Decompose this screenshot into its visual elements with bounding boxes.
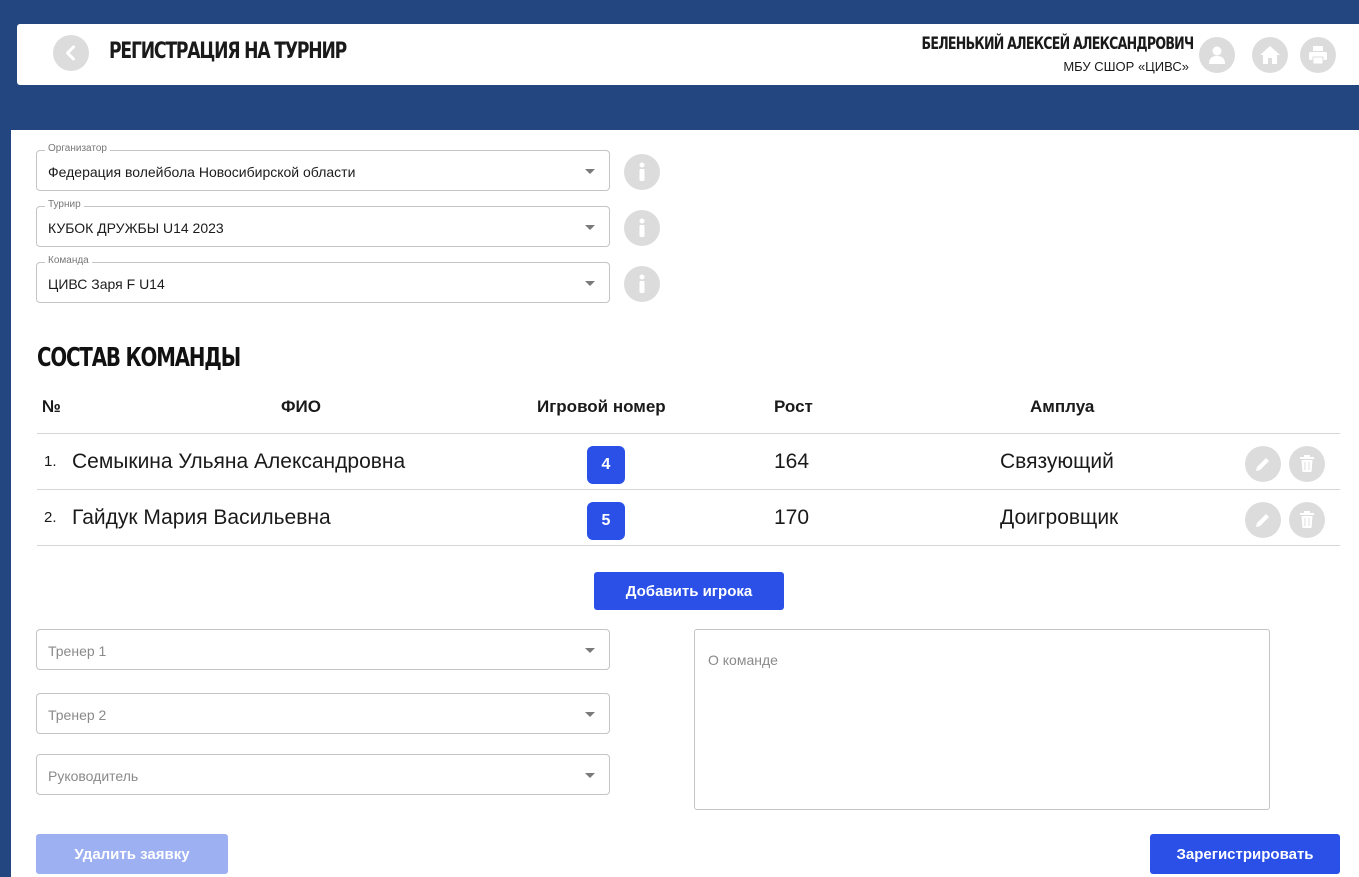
coach2-placeholder: Тренер 2 <box>48 707 107 723</box>
player-role: Связующий <box>1000 450 1114 473</box>
player-name: Гайдук Мария Васильевна <box>72 506 331 529</box>
organizer-info-button[interactable] <box>624 154 660 190</box>
back-button[interactable] <box>53 35 89 71</box>
chevron-down-icon <box>585 281 595 286</box>
organizer-label: Организатор <box>45 143 110 154</box>
trash-icon <box>1300 455 1314 472</box>
tournament-info-button[interactable] <box>624 210 660 246</box>
home-icon <box>1260 46 1280 64</box>
about-team-textarea[interactable]: О команде <box>694 629 1270 810</box>
manager-placeholder: Руководитель <box>48 768 139 784</box>
manager-select[interactable]: Руководитель <box>36 754 610 795</box>
roster-title: СОСТАВ КОМАНДЫ <box>37 343 241 373</box>
table-divider <box>37 545 1340 546</box>
player-role: Доигровщик <box>1000 506 1119 529</box>
tournament-select[interactable]: Турнир КУБОК ДРУЖБЫ U14 2023 <box>36 199 610 247</box>
column-header-number: № <box>42 397 61 416</box>
chevron-down-icon <box>585 712 595 717</box>
info-icon <box>639 218 645 237</box>
about-team-placeholder: О команде <box>708 652 778 668</box>
column-header-jersey: Игровой номер <box>537 397 666 416</box>
left-border <box>0 0 11 877</box>
team-value: ЦИВС Заря F U14 <box>48 276 165 292</box>
tournament-label: Турнир <box>45 199 84 210</box>
app-header: РЕГИСТРАЦИЯ НА ТУРНИР БЕЛЕНЬКИЙ АЛЕКСЕЙ … <box>17 24 1359 85</box>
add-player-button[interactable]: Добавить игрока <box>594 572 784 610</box>
chevron-down-icon <box>585 225 595 230</box>
page-title: РЕГИСТРАЦИЯ НА ТУРНИР <box>109 39 347 64</box>
profile-button[interactable] <box>1199 37 1235 73</box>
delete-player-button[interactable] <box>1289 446 1325 482</box>
pencil-icon <box>1256 514 1269 527</box>
chevron-down-icon <box>585 648 595 653</box>
trash-icon <box>1300 511 1314 528</box>
chevron-down-icon <box>585 169 595 174</box>
row-number: 2. <box>44 509 57 526</box>
row-number: 1. <box>44 453 57 470</box>
team-label: Команда <box>45 255 92 266</box>
pencil-icon <box>1256 458 1269 471</box>
print-button[interactable] <box>1300 37 1336 73</box>
chevron-down-icon <box>585 773 595 778</box>
table-divider <box>37 433 1340 434</box>
organizer-select[interactable]: Организатор Федерация волейбола Новосиби… <box>36 143 610 191</box>
home-button[interactable] <box>1252 37 1288 73</box>
back-arrow-icon <box>66 45 75 61</box>
coach1-select[interactable]: Тренер 1 <box>36 629 610 670</box>
team-info-button[interactable] <box>624 266 660 302</box>
info-icon <box>639 162 645 181</box>
tournament-value: КУБОК ДРУЖБЫ U14 2023 <box>48 220 224 236</box>
jersey-number-badge: 5 <box>587 502 625 540</box>
column-header-name: ФИО <box>281 397 321 416</box>
delete-application-button[interactable]: Удалить заявку <box>36 834 228 874</box>
edit-player-button[interactable] <box>1245 502 1281 538</box>
player-height: 170 <box>774 506 810 529</box>
printer-icon <box>1309 46 1327 65</box>
user-name: БЕЛЕНЬКИЙ АЛЕКСЕЙ АЛЕКСАНДРОВИЧ <box>921 34 1194 54</box>
edit-player-button[interactable] <box>1245 446 1281 482</box>
coach1-placeholder: Тренер 1 <box>48 643 107 659</box>
delete-player-button[interactable] <box>1289 502 1325 538</box>
user-organization: МБУ СШОР «ЦИВС» <box>1063 59 1189 74</box>
info-icon <box>639 274 645 293</box>
player-name: Семыкина Ульяна Александровна <box>72 450 406 473</box>
player-height: 164 <box>774 450 810 473</box>
table-divider <box>37 489 1340 490</box>
column-header-role: Амплуа <box>1030 397 1095 416</box>
coach2-select[interactable]: Тренер 2 <box>36 693 610 734</box>
organizer-value: Федерация волейбола Новосибирской област… <box>48 164 356 180</box>
jersey-number-badge: 4 <box>587 446 625 484</box>
column-header-height: Рост <box>774 397 813 416</box>
register-button[interactable]: Зарегистрировать <box>1150 834 1340 874</box>
team-select[interactable]: Команда ЦИВС Заря F U14 <box>36 255 610 303</box>
user-icon <box>1209 46 1225 64</box>
